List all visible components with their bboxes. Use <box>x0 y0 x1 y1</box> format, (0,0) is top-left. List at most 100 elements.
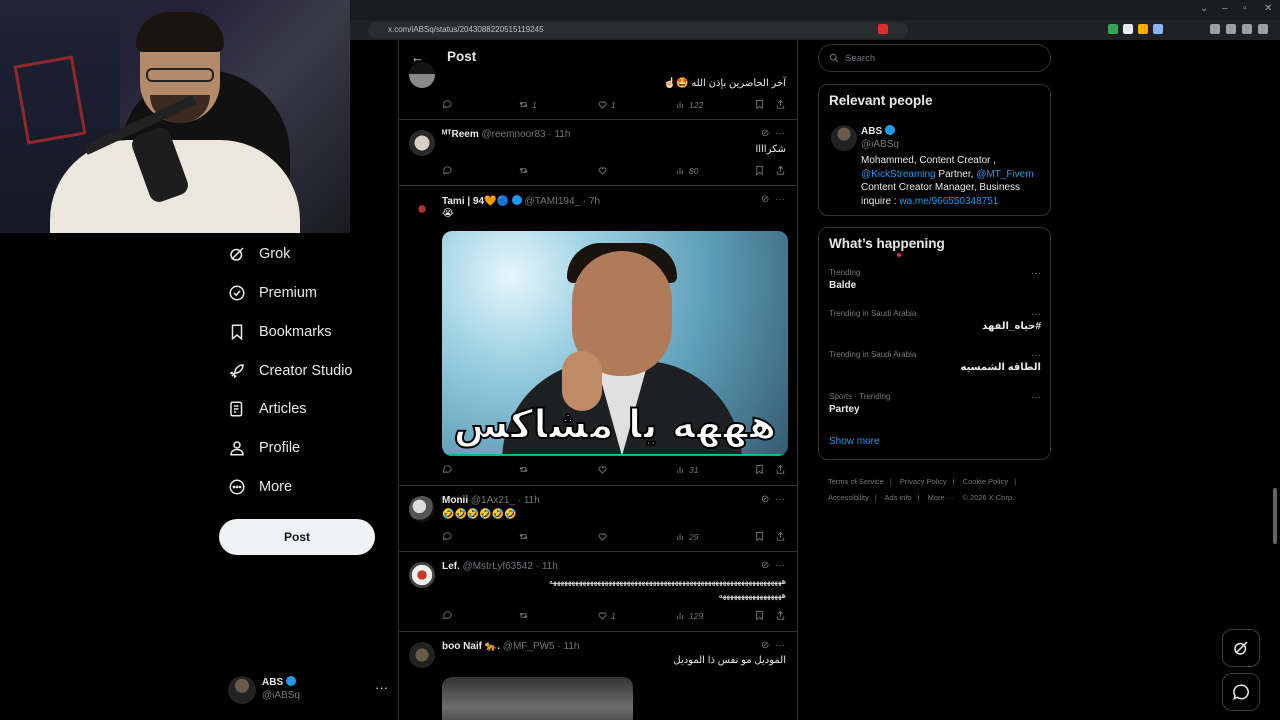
author-name[interactable]: Monii <box>442 495 468 506</box>
person-handle[interactable]: @iABSq <box>861 139 899 150</box>
bookmark-button[interactable] <box>754 531 765 542</box>
tweet-time[interactable]: 11h <box>542 561 558 572</box>
nav-item-grok[interactable]: Grok <box>228 239 290 269</box>
author-name[interactable]: boo Naif 🐆. <box>442 641 500 652</box>
avatar[interactable] <box>409 130 435 156</box>
reply-tweet[interactable]: Tami | 94🧡🔵 @TAMI194_ · 7h ⊘ ··· 😭 هههه … <box>399 186 797 486</box>
like-button[interactable]: 1 <box>597 610 616 621</box>
nav-item-articles[interactable]: Articles <box>228 394 307 424</box>
reply-button[interactable] <box>442 531 453 542</box>
nav-item-premium[interactable]: Premium <box>228 278 317 308</box>
bookmark-button[interactable] <box>754 610 765 621</box>
more-icon[interactable]: ··· <box>1031 309 1041 320</box>
author-name[interactable]: Tami | 94🧡🔵 <box>442 196 509 207</box>
extension-icon[interactable] <box>878 24 888 34</box>
person-name[interactable]: ABS <box>861 126 882 137</box>
sidebar-toggle-icon[interactable] <box>1210 24 1220 34</box>
bio-link[interactable]: wa.me/966550348751 <box>899 196 998 207</box>
footer-link[interactable]: Ads info <box>884 493 911 502</box>
avatar[interactable] <box>831 125 857 151</box>
extension-icon[interactable] <box>1242 24 1252 34</box>
footer-link[interactable]: Cookie Policy <box>963 477 1008 486</box>
scrollbar[interactable] <box>1273 488 1277 544</box>
show-more-link[interactable]: Show more <box>829 436 880 447</box>
tweet-time[interactable]: 7h <box>589 196 600 207</box>
reply-button[interactable] <box>442 165 453 176</box>
more-icon[interactable]: ··· <box>1031 268 1041 279</box>
reply-tweet[interactable]: Monii @1Ax21_ · 11h ⊘ ··· 🤣🤣🤣🤣🤣🤣 29 <box>399 486 797 552</box>
tweet-time[interactable]: 11h <box>564 641 580 652</box>
tweet-image[interactable] <box>442 677 633 720</box>
avatar[interactable] <box>409 496 435 522</box>
bookmark-button[interactable] <box>754 464 765 475</box>
avatar[interactable] <box>409 642 435 668</box>
retweet-button[interactable]: 1 <box>518 99 537 110</box>
tweet-time[interactable]: 11h <box>554 129 570 140</box>
like-button[interactable] <box>597 165 608 176</box>
grok-icon[interactable]: ⊘ <box>761 640 769 651</box>
nav-item-more[interactable]: More <box>228 472 292 502</box>
more-icon[interactable]: ··· <box>1031 350 1041 361</box>
footer-link[interactable]: More ··· <box>928 493 955 502</box>
bookmark-button[interactable] <box>754 99 765 110</box>
back-arrow-icon[interactable]: ← <box>411 50 424 65</box>
trend-item[interactable]: Trending in Saudi Arabia الطاقه الشمسيه … <box>829 350 1041 380</box>
footer-link[interactable]: Terms of Service <box>828 477 884 486</box>
share-button[interactable] <box>775 610 786 621</box>
author-name[interactable]: ᴹᵀReem <box>442 129 479 140</box>
nav-item-bookmarks[interactable]: Bookmarks <box>228 317 332 347</box>
nav-item-creator-studio[interactable]: Creator Studio <box>228 356 353 386</box>
grok-button[interactable] <box>1222 629 1260 667</box>
extension-icon[interactable] <box>1108 24 1118 34</box>
more-icon[interactable]: ··· <box>775 560 785 571</box>
minimize-icon[interactable]: – <box>1222 3 1228 14</box>
share-button[interactable] <box>775 99 786 110</box>
avatar[interactable] <box>409 196 435 222</box>
author-handle[interactable]: @TAMI194_ <box>525 196 581 207</box>
trend-item[interactable]: Sports · Trending Partey ··· <box>829 392 1041 422</box>
tweet-image[interactable]: هههه يا مشاكس <box>442 231 788 456</box>
extension-icon[interactable] <box>1153 24 1163 34</box>
more-icon[interactable]: ··· <box>775 494 785 505</box>
address-bar[interactable]: x.com/iABSq/status/2043088220515119245 <box>368 22 908 38</box>
retweet-button[interactable] <box>518 464 529 475</box>
chevron-down-icon[interactable]: ⌄ <box>1200 3 1208 14</box>
account-switcher[interactable]: ABS @iABSq ··· <box>228 672 388 708</box>
avatar[interactable] <box>409 562 435 588</box>
share-button[interactable] <box>775 531 786 542</box>
grok-icon[interactable]: ⊘ <box>761 128 769 139</box>
share-button[interactable] <box>775 165 786 176</box>
extension-icon[interactable] <box>1226 24 1236 34</box>
views-button[interactable]: 31 <box>675 464 698 475</box>
reply-button[interactable] <box>442 464 453 475</box>
more-icon[interactable]: ··· <box>375 680 388 695</box>
author-handle[interactable]: @1Ax21_ <box>471 495 515 506</box>
footer-link[interactable]: Privacy Policy <box>900 477 947 486</box>
views-button[interactable]: 29 <box>675 531 698 542</box>
nav-item-profile[interactable]: Profile <box>228 433 300 463</box>
bio-link[interactable]: @KickStreaming <box>861 169 936 180</box>
author-handle[interactable]: @MstrLyf63542 <box>463 561 533 572</box>
reply-button[interactable] <box>442 610 453 621</box>
maximize-icon[interactable]: ▫ <box>1243 3 1247 14</box>
bio-link[interactable]: @MT_Fivem <box>976 169 1033 180</box>
author-name[interactable]: Lef. <box>442 561 460 572</box>
messages-button[interactable] <box>1222 673 1260 711</box>
more-icon[interactable]: ··· <box>775 194 785 205</box>
trend-item[interactable]: Trending Balde ··· <box>829 268 1041 298</box>
reply-button[interactable] <box>442 99 456 110</box>
share-button[interactable] <box>775 464 786 475</box>
bookmark-button[interactable] <box>754 165 765 176</box>
retweet-button[interactable] <box>518 165 529 176</box>
footer-link[interactable]: Accessibility <box>828 493 869 502</box>
post-button[interactable]: Post <box>219 519 375 555</box>
like-button[interactable] <box>597 531 608 542</box>
retweet-button[interactable] <box>518 610 529 621</box>
views-button[interactable]: 122 <box>675 99 703 110</box>
menu-icon[interactable] <box>1258 24 1268 34</box>
close-icon[interactable]: ✕ <box>1264 3 1272 14</box>
grok-icon[interactable]: ⊘ <box>761 494 769 505</box>
author-handle[interactable]: @reemnoor83 <box>482 129 546 140</box>
more-icon[interactable]: ··· <box>775 640 785 651</box>
extension-icon[interactable] <box>1123 24 1133 34</box>
